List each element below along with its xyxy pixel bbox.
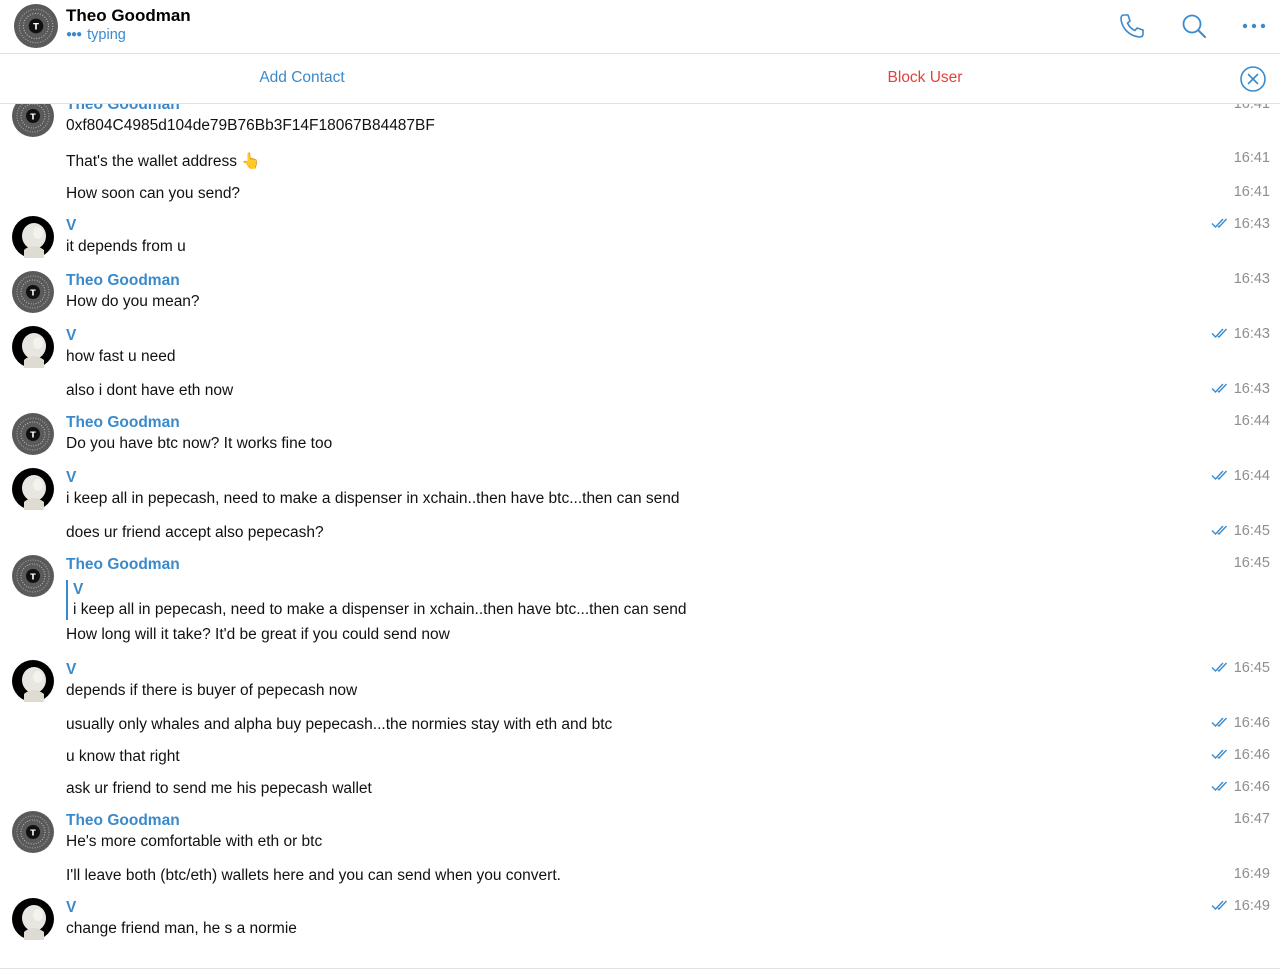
read-checkmarks-icon bbox=[1211, 899, 1229, 915]
message-sender[interactable]: V bbox=[66, 899, 76, 917]
message-text: That's the wallet address 👆 bbox=[66, 153, 261, 170]
avatar-v[interactable] bbox=[12, 660, 54, 702]
message-time: 16:49 bbox=[1233, 866, 1270, 882]
message-text: Do you have btc now? It works fine too bbox=[66, 435, 333, 452]
message-text: How soon can you send? bbox=[66, 185, 241, 202]
avatar-theo[interactable]: T bbox=[12, 555, 54, 597]
svg-text:T: T bbox=[30, 431, 36, 440]
message-time: 16:43 bbox=[1211, 381, 1270, 398]
composer-divider bbox=[0, 968, 1280, 969]
message-sender[interactable]: V bbox=[66, 661, 76, 679]
avatar-theo[interactable]: T bbox=[12, 811, 54, 853]
message-sender[interactable]: Theo Goodman bbox=[66, 556, 180, 574]
svg-text:T: T bbox=[30, 573, 36, 582]
avatar-v[interactable] bbox=[12, 468, 54, 510]
read-checkmarks-icon bbox=[1211, 716, 1229, 732]
message-text: it depends from u bbox=[66, 238, 186, 255]
message-text: ask ur friend to send me his pepecash wa… bbox=[66, 780, 372, 797]
message-time: 16:46 bbox=[1211, 747, 1270, 764]
message-text: also i dont have eth now bbox=[66, 382, 234, 399]
message-text: How long will it take? It'd be great if … bbox=[66, 626, 450, 643]
message-time: 16:44 bbox=[1211, 468, 1270, 485]
message-sender[interactable]: V bbox=[66, 327, 76, 345]
read-checkmarks-icon bbox=[1211, 469, 1229, 485]
message-sender[interactable]: V bbox=[66, 217, 76, 235]
more-icon[interactable] bbox=[1240, 12, 1268, 40]
read-checkmarks-icon bbox=[1211, 661, 1229, 677]
typing-dots-icon: ●●● bbox=[66, 29, 82, 40]
svg-text:T: T bbox=[33, 22, 39, 32]
svg-text:T: T bbox=[30, 829, 36, 838]
avatar-theo[interactable]: T bbox=[12, 271, 54, 313]
avatar-v[interactable] bbox=[12, 216, 54, 258]
phone-icon[interactable] bbox=[1118, 12, 1146, 40]
typing-status: ●●● typing bbox=[66, 27, 126, 43]
message-sender[interactable]: Theo Goodman bbox=[66, 812, 180, 830]
message-text: I'll leave both (btc/eth) wallets here a… bbox=[66, 867, 561, 884]
message-sender[interactable]: V bbox=[66, 469, 76, 487]
message-text: i keep all in pepecash, need to make a d… bbox=[66, 490, 680, 507]
message-text: how fast u need bbox=[66, 348, 176, 365]
svg-text:T: T bbox=[30, 113, 36, 122]
message-text: 0xf804C4985d104de79B76Bb3F14F18067B84487… bbox=[66, 117, 435, 134]
message-time: 16:49 bbox=[1211, 898, 1270, 915]
message-text: u know that right bbox=[66, 748, 180, 765]
avatar-theo[interactable]: T bbox=[12, 413, 54, 455]
message-text: does ur friend accept also pepecash? bbox=[66, 524, 324, 541]
message-time: 16:43 bbox=[1211, 216, 1270, 233]
message-time: 16:43 bbox=[1211, 326, 1270, 343]
message-time: 16:43 bbox=[1233, 271, 1270, 287]
message-time: 16:46 bbox=[1211, 715, 1270, 732]
read-checkmarks-icon bbox=[1211, 780, 1229, 796]
message-text: How do you mean? bbox=[66, 293, 200, 310]
message-text: He's more comfortable with eth or btc bbox=[66, 833, 323, 850]
avatar-v[interactable] bbox=[12, 326, 54, 368]
contact-name[interactable]: Theo Goodman bbox=[66, 6, 191, 26]
message-sender[interactable]: Theo Goodman bbox=[66, 414, 180, 432]
read-checkmarks-icon bbox=[1211, 524, 1229, 540]
read-checkmarks-icon bbox=[1211, 327, 1229, 343]
message-time: 16:41 bbox=[1233, 184, 1270, 200]
message-time: 16:45 bbox=[1211, 523, 1270, 540]
reply-sender: V bbox=[73, 581, 84, 598]
message-time: 16:44 bbox=[1233, 413, 1270, 429]
message-time: 16:41 bbox=[1233, 150, 1270, 166]
close-icon[interactable] bbox=[1240, 66, 1266, 92]
add-contact-button[interactable]: Add Contact bbox=[0, 69, 604, 87]
block-user-button[interactable]: Block User bbox=[622, 69, 1228, 87]
message-time: 16:45 bbox=[1233, 555, 1270, 571]
read-checkmarks-icon bbox=[1211, 217, 1229, 233]
reply-text: i keep all in pepecash, need to make a d… bbox=[73, 601, 687, 618]
chat-header: T Theo Goodman ●●● typing bbox=[0, 0, 1280, 54]
read-checkmarks-icon bbox=[1211, 748, 1229, 764]
message-time: 16:46 bbox=[1211, 779, 1270, 796]
message-text: depends if there is buyer of pepecash no… bbox=[66, 682, 358, 699]
typing-status-label: typing bbox=[87, 27, 126, 43]
message-time: 16:47 bbox=[1233, 811, 1270, 827]
message-text: change friend man, he s a normie bbox=[66, 920, 297, 937]
message-text: usually only whales and alpha buy pepeca… bbox=[66, 716, 613, 733]
contact-action-bar: Add Contact Block User bbox=[0, 54, 1280, 104]
avatar-v[interactable] bbox=[12, 898, 54, 940]
read-checkmarks-icon bbox=[1211, 382, 1229, 398]
message-list[interactable]: T Theo Goodman 0xf804C4985d104de79B76Bb3… bbox=[0, 0, 1280, 971]
search-icon[interactable] bbox=[1180, 12, 1208, 40]
message-sender[interactable]: Theo Goodman bbox=[66, 272, 180, 290]
reply-quote[interactable]: V i keep all in pepecash, need to make a… bbox=[66, 580, 687, 620]
message-time: 16:45 bbox=[1211, 660, 1270, 677]
svg-text:T: T bbox=[30, 289, 36, 298]
contact-avatar[interactable]: T bbox=[14, 4, 58, 48]
